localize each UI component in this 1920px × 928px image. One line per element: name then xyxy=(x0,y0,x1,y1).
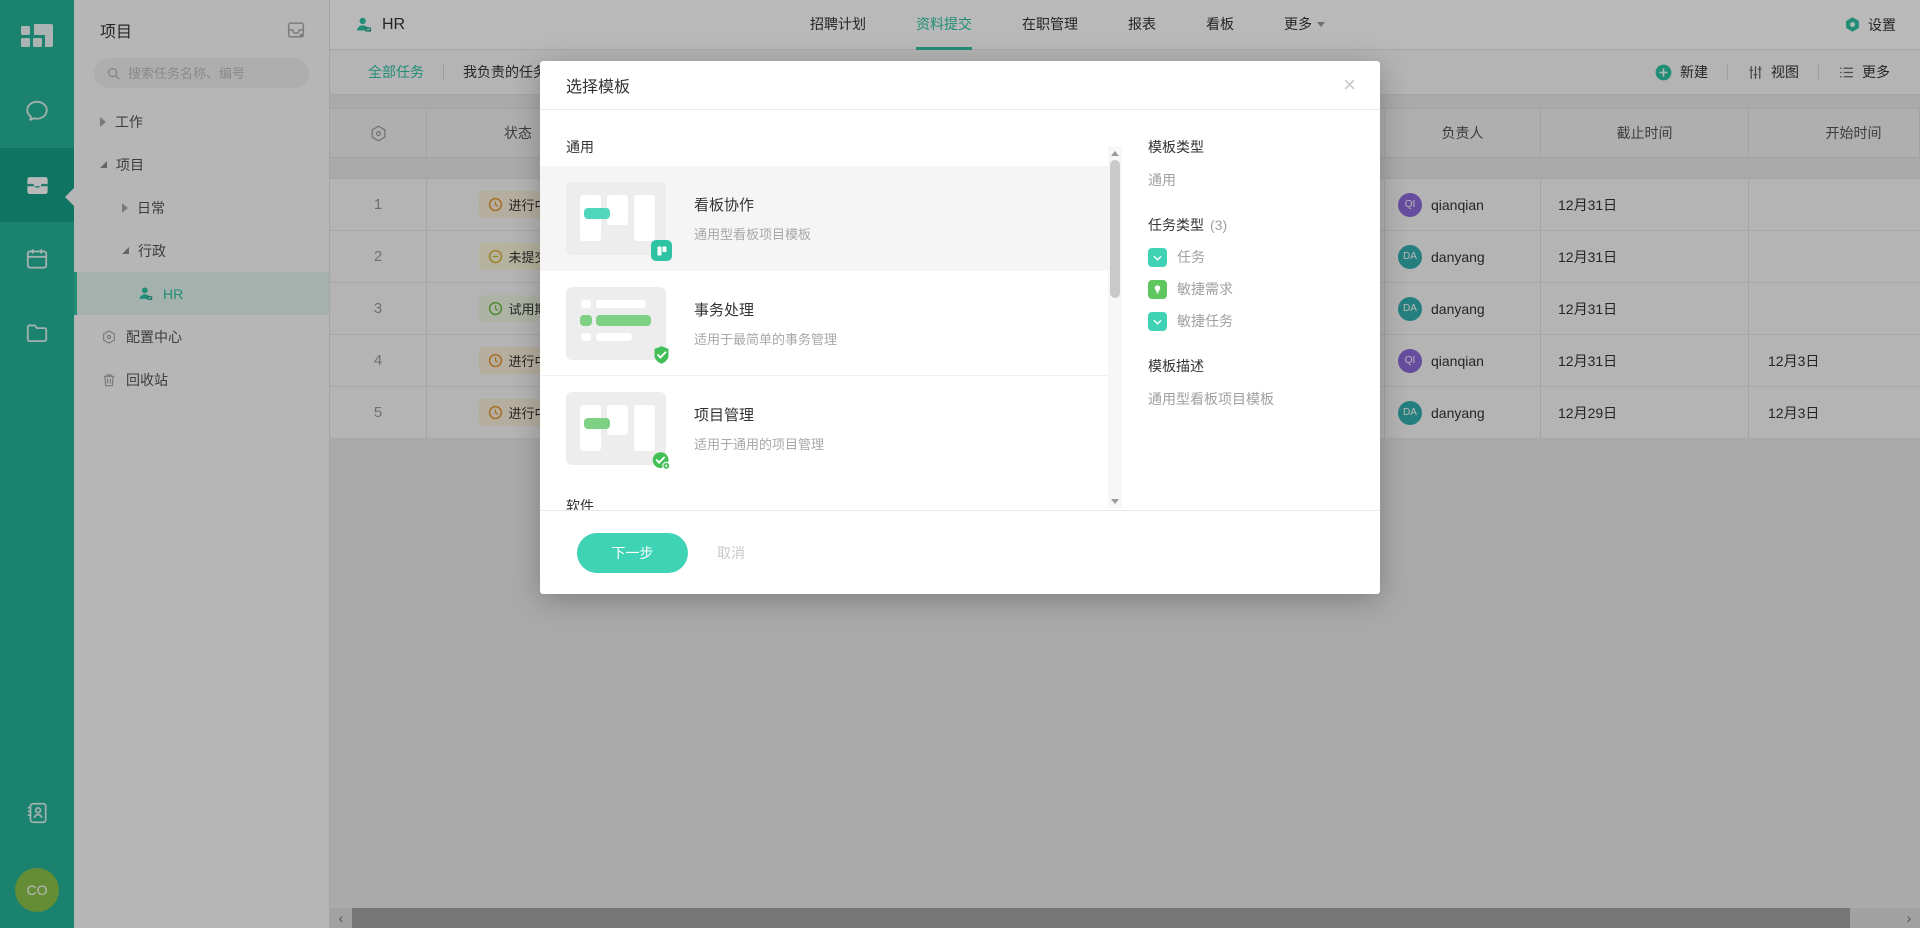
next-step-button[interactable]: 下一步 xyxy=(577,533,688,573)
task-type-item: 敏捷任务 xyxy=(1148,311,1354,331)
select-template-modal: 选择模板 × 通用 看板协作 通用型看板项目模板 xyxy=(540,61,1380,594)
template-title: 项目管理 xyxy=(694,404,824,425)
task-type-label: 任务 xyxy=(1177,247,1205,267)
template-thumbnail xyxy=(566,287,666,360)
detail-type-value: 通用 xyxy=(1148,170,1354,190)
template-desc: 适用于通用的项目管理 xyxy=(694,434,824,453)
template-desc: 通用型看板项目模板 xyxy=(694,224,811,243)
task-type-item: 任务 xyxy=(1148,247,1354,267)
task-check-icon xyxy=(1148,312,1167,331)
check-gear-icon xyxy=(651,450,672,471)
task-check-icon xyxy=(1148,248,1167,267)
task-type-label: 敏捷任务 xyxy=(1177,311,1233,331)
bulb-icon xyxy=(1148,280,1167,299)
template-thumbnail xyxy=(566,392,666,465)
template-title: 事务处理 xyxy=(694,299,837,320)
template-title: 看板协作 xyxy=(694,194,811,215)
template-detail-panel: 模板类型 通用 任务类型(3) 任务 敏捷需求 xyxy=(1148,110,1354,510)
section-general: 通用 xyxy=(540,110,1108,166)
scroll-up-icon[interactable] xyxy=(1111,146,1119,160)
cancel-button[interactable]: 取消 xyxy=(717,543,745,563)
detail-tasktype-label: 任务类型(3) xyxy=(1148,215,1354,235)
template-project-mgmt[interactable]: 项目管理 适用于通用的项目管理 xyxy=(540,376,1108,481)
template-desc: 适用于最简单的事务管理 xyxy=(694,329,837,348)
template-kanban-collab[interactable]: 看板协作 通用型看板项目模板 xyxy=(540,166,1108,271)
scrollbar-thumb[interactable] xyxy=(1110,160,1120,298)
shield-check-icon xyxy=(651,345,672,366)
close-icon[interactable]: × xyxy=(1343,74,1356,96)
section-software: 软件 xyxy=(540,481,1108,510)
tasktype-count: (3) xyxy=(1210,217,1227,233)
kanban-badge-icon xyxy=(651,240,672,261)
scroll-down-icon[interactable] xyxy=(1111,494,1119,508)
template-list-scrollbar[interactable] xyxy=(1108,146,1122,508)
detail-type-label: 模板类型 xyxy=(1148,137,1354,157)
detail-desc-value: 通用型看板项目模板 xyxy=(1148,389,1354,409)
template-list: 通用 看板协作 通用型看板项目模板 xyxy=(540,110,1108,510)
template-thumbnail xyxy=(566,182,666,255)
task-type-item: 敏捷需求 xyxy=(1148,279,1354,299)
detail-desc-label: 模板描述 xyxy=(1148,356,1354,376)
task-type-label: 敏捷需求 xyxy=(1177,279,1233,299)
template-task-handling[interactable]: 事务处理 适用于最简单的事务管理 xyxy=(540,271,1108,376)
modal-title: 选择模板 xyxy=(566,73,630,97)
